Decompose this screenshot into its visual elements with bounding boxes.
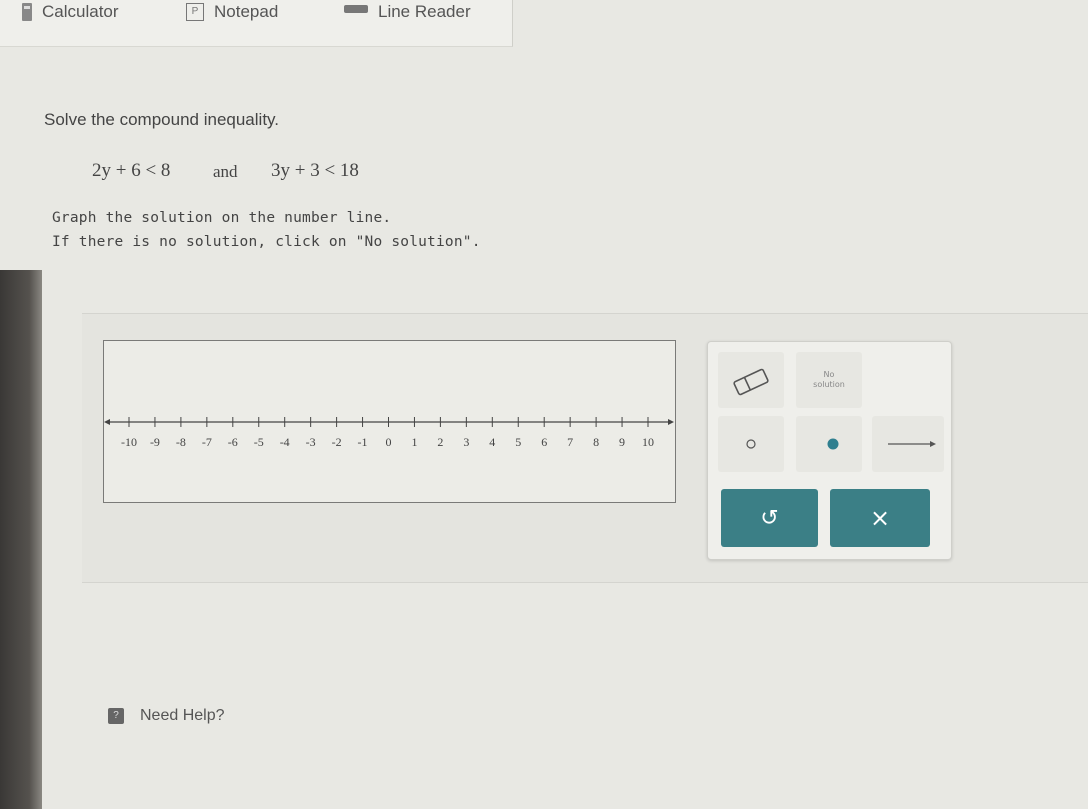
notepad-icon: P [186,3,204,21]
number-line-label: -5 [254,435,264,449]
closed-dot-tool[interactable] [796,416,862,472]
ray-icon [888,441,936,447]
number-line-label: -6 [228,435,238,449]
number-line-label: -1 [358,435,368,449]
help-icon: ? [108,708,124,724]
clear-button[interactable]: × [830,489,930,547]
number-line-label: 1 [411,435,417,449]
calculator-label: Calculator [42,2,119,21]
number-line-label: 6 [541,435,547,449]
number-line-label: 2 [437,435,443,449]
notepad-tool[interactable]: P Notepad [186,0,278,24]
number-line-label: -10 [121,435,137,449]
number-line-label: 9 [619,435,625,449]
no-solution-label-2: solution [813,380,845,389]
eraser-icon [733,368,769,396]
instruction-graph: Graph the solution on the number line. [52,210,392,226]
no-solution-button[interactable]: No solution [796,352,862,408]
ray-tool[interactable] [872,416,944,472]
closed-dot-icon [827,438,839,450]
number-line-label: 3 [463,435,469,449]
number-line-label: -4 [280,435,290,449]
notepad-label: Notepad [214,2,279,21]
number-line-label: 10 [642,435,654,449]
calculator-tool[interactable]: Calculator [22,0,119,24]
number-line-label: -3 [306,435,316,449]
left-arrow-icon [104,419,110,425]
number-line-label: 4 [489,435,495,449]
line-reader-label: Line Reader [378,2,471,21]
number-line-label: -9 [150,435,160,449]
right-arrow-icon [668,419,674,425]
open-dot-tool[interactable] [718,416,784,472]
number-line-label: 0 [386,435,392,449]
screen-edge [0,270,42,809]
question-prompt: Solve the compound inequality. [44,110,280,129]
number-line-label: -8 [176,435,186,449]
need-help-link[interactable]: ? Need Help? [108,707,225,725]
number-line-label: -7 [202,435,212,449]
undo-button[interactable]: ↺ [721,489,818,547]
inequality-one: 2y + 6 < 8 [92,160,171,181]
open-dot-icon [746,439,756,449]
instruction-no-solution: If there is no solution, click on "No so… [52,234,481,250]
number-line-svg[interactable]: -10 -9 -8 -7 -6 -5 -4 -3 -2 -1 0 1 2 3 4 5 6 7 8 9 10 [104,341,675,502]
inequality-two: 3y + 3 < 18 [271,160,359,181]
calculator-icon [22,3,32,21]
eraser-tool[interactable] [718,352,784,408]
need-help-label: Need Help? [140,707,225,724]
number-line-label: 8 [593,435,599,449]
number-line-graph[interactable]: -10 -9 -8 -7 -6 -5 -4 -3 -2 -1 0 1 2 3 4 5 6 7 8 9 10 [103,340,676,503]
graphing-tools: No solution ↺ × [707,341,952,560]
no-solution-label-1: No [823,370,835,379]
number-line-label: 5 [515,435,521,449]
inequality-connector: and [213,162,238,181]
tool-bar: Calculator P Notepad Line Reader [0,0,513,47]
line-reader-tool[interactable]: Line Reader [344,0,471,24]
line-reader-icon [344,5,368,13]
number-line-label: -2 [332,435,342,449]
number-line-label: 7 [567,435,573,449]
